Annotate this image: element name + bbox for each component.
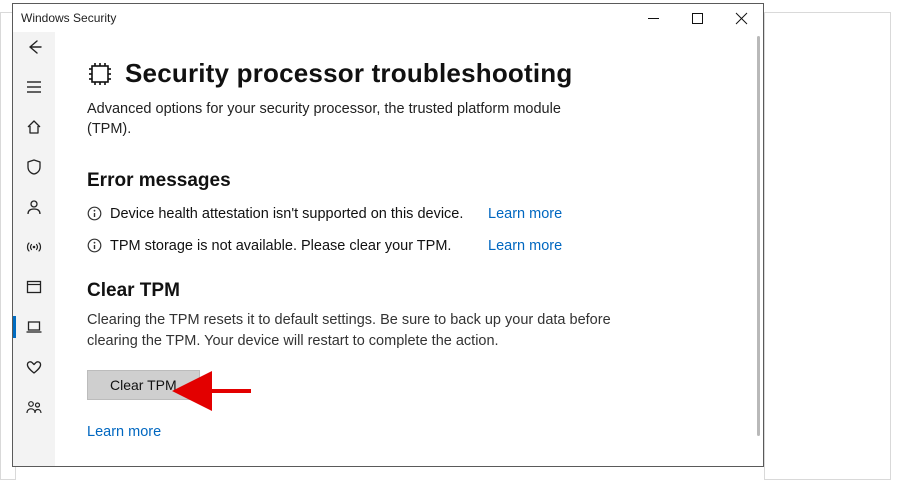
maximize-button[interactable]: [675, 4, 719, 32]
error-messages-heading: Error messages: [87, 170, 741, 192]
sidebar-item-family[interactable]: [13, 396, 55, 418]
windows-security-window: Windows Security: [12, 3, 764, 467]
error-row: TPM storage is not available. Please cle…: [87, 238, 741, 254]
title-bar: Windows Security: [13, 4, 763, 32]
content: Security processor troubleshooting Advan…: [87, 36, 741, 466]
shield-icon: [25, 158, 43, 176]
sidebar-item-virus-threat[interactable]: [13, 156, 55, 178]
window-body: Security processor troubleshooting Advan…: [13, 32, 763, 466]
sidebar-item-menu[interactable]: [13, 76, 55, 98]
info-icon: [87, 238, 102, 253]
info-icon: [87, 206, 102, 221]
sidebar-item-app-browser[interactable]: [13, 276, 55, 298]
learn-more-link[interactable]: Learn more: [488, 206, 562, 222]
stage: Windows Security: [0, 0, 900, 500]
learn-more-link[interactable]: Learn more: [488, 238, 562, 254]
scrollbar[interactable]: [757, 36, 760, 436]
clear-tpm-heading: Clear TPM: [87, 280, 741, 302]
main-pane: Security processor troubleshooting Advan…: [55, 32, 763, 466]
sidebar-item-device-health[interactable]: [13, 356, 55, 378]
minimize-button[interactable]: [631, 4, 675, 32]
error-messages-list: Device health attestation isn't supporte…: [87, 206, 741, 254]
heart-icon: [25, 358, 43, 376]
page-heading-row: Security processor troubleshooting: [87, 58, 741, 89]
error-row: Device health attestation isn't supporte…: [87, 206, 741, 222]
sidebar-item-account[interactable]: [13, 196, 55, 218]
sidebar: [13, 32, 55, 466]
hamburger-icon: [25, 78, 43, 96]
learn-more-link[interactable]: Learn more: [87, 424, 161, 440]
window-controls: [631, 4, 763, 32]
laptop-icon: [25, 318, 43, 336]
maximize-icon: [692, 13, 703, 24]
close-button[interactable]: [719, 4, 763, 32]
person-icon: [25, 198, 43, 216]
sidebar-item-home[interactable]: [13, 116, 55, 138]
window-title: Windows Security: [13, 11, 116, 25]
arrow-left-icon: [25, 38, 43, 56]
clear-tpm-button[interactable]: Clear TPM: [87, 370, 200, 400]
background-window-fragment: [764, 12, 891, 480]
error-message-text: TPM storage is not available. Please cle…: [110, 238, 480, 254]
sidebar-item-device-security[interactable]: [13, 316, 55, 338]
sidebar-item-firewall[interactable]: [13, 236, 55, 258]
people-icon: [25, 398, 43, 416]
close-icon: [736, 13, 747, 24]
page-subtitle: Advanced options for your security proce…: [87, 99, 607, 140]
chip-icon: [87, 61, 113, 87]
clear-tpm-description: Clearing the TPM resets it to default se…: [87, 310, 637, 352]
radio-icon: [25, 238, 43, 256]
error-message-text: Device health attestation isn't supporte…: [110, 206, 480, 222]
minimize-icon: [648, 13, 659, 24]
sidebar-item-back[interactable]: [13, 36, 55, 58]
app-window-icon: [25, 278, 43, 296]
home-icon: [25, 118, 43, 136]
page-title: Security processor troubleshooting: [125, 58, 572, 89]
